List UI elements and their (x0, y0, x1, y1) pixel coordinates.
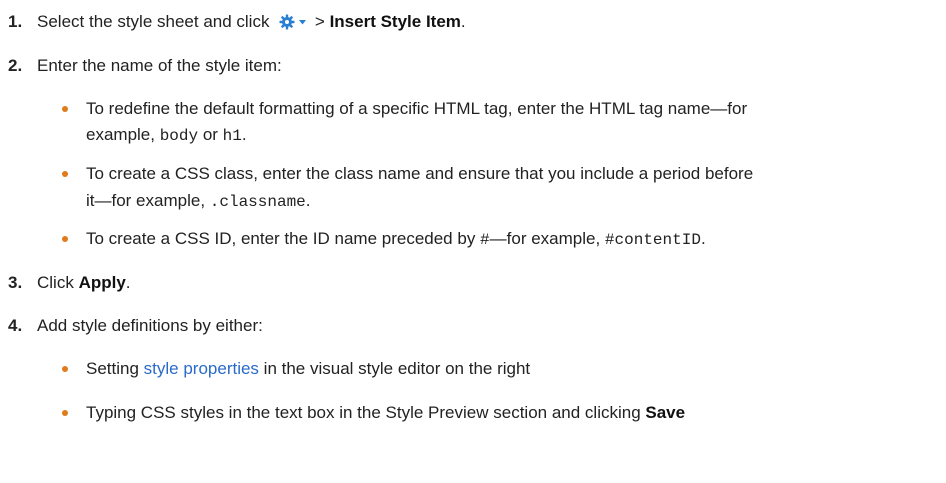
instructions-document: 1. Select the style sheet and click > Ins… (0, 0, 946, 483)
code-sample: h1 (222, 127, 242, 145)
bullet-continuation: example, body or h1. (86, 125, 247, 145)
step-2: 2. Enter the name of the style item: (0, 54, 282, 78)
code-sample: # (480, 231, 490, 249)
step-4: 4. Add style definitions by either: (0, 314, 263, 338)
code-sample: #contentID (604, 231, 701, 249)
bullet-dot (62, 410, 68, 416)
button-name: Save (645, 403, 686, 422)
step-text: Add style definitions by either: (37, 316, 263, 335)
menu-item-name: Insert Style Item (329, 12, 461, 31)
step-number: 4. (8, 316, 23, 335)
gear-dropdown-icon (278, 13, 308, 37)
step-number: 1. (8, 12, 23, 31)
step-number: 3. (8, 273, 23, 292)
bullet-dot (62, 171, 68, 177)
step-1: 1. Select the style sheet and click > Ins… (0, 10, 466, 37)
step-3: 3. Click Apply. (0, 271, 131, 295)
bullet-continuation: it—for example, .classname. (86, 191, 311, 211)
step-text: Enter the name of the style item: (37, 56, 282, 75)
bullet-dot (62, 366, 68, 372)
step-text: Select the style sheet and click (37, 12, 270, 31)
bullet-dot (62, 236, 68, 242)
code-sample: .classname (209, 193, 306, 211)
button-name: Apply (78, 273, 126, 292)
step-number: 2. (8, 56, 23, 75)
bullet-dot (62, 106, 68, 112)
code-sample: body (159, 127, 199, 145)
style-properties-link[interactable]: style properties (144, 359, 259, 378)
